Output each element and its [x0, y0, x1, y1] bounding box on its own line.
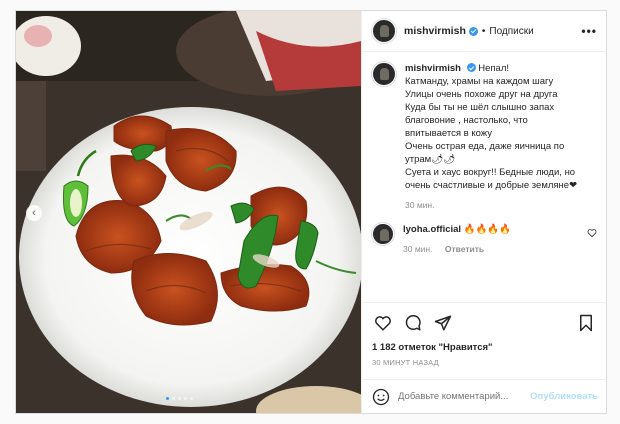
caption-line: впитывается в кожу — [405, 128, 492, 139]
carousel-dots — [166, 397, 193, 400]
caption-body: mishvirmish Непал! Катманду, храмы на ка… — [405, 62, 597, 210]
comment-button[interactable] — [402, 312, 424, 334]
caption-line: очень счастливые и добрые земляне❤ — [405, 180, 578, 191]
avatar[interactable] — [372, 19, 396, 43]
caption-line: Куда бы ты не шёл слышно запах — [405, 102, 555, 113]
caption-line: Непал! — [478, 63, 510, 74]
caption-text: mishvirmish Непал! Катманду, храмы на ка… — [405, 62, 597, 192]
carousel-dot — [172, 397, 175, 400]
post-header: mishvirmish • Подписки ••• — [362, 11, 607, 52]
likes-count[interactable]: 1 182 отметок "Нравится" — [362, 342, 607, 353]
more-icon[interactable]: ••• — [581, 24, 597, 38]
comment-input[interactable] — [398, 391, 531, 402]
reply-time[interactable]: 30 мин. — [403, 244, 432, 254]
post-photo[interactable]: ‹ — [16, 11, 361, 413]
header-separator: • — [481, 25, 486, 37]
author-username[interactable]: mishvirmish — [404, 25, 466, 37]
reply-comment: lyoha.official 🔥🔥🔥🔥 30 мин. Ответить — [372, 223, 597, 254]
carousel-dot — [166, 397, 169, 400]
comment-icon — [405, 314, 421, 330]
verified-icon — [468, 26, 478, 36]
post-modal: ‹ mishvirmish • Подписки ••• mishvirmish… — [15, 10, 608, 414]
caption-username[interactable]: mishvirmish — [405, 63, 461, 74]
share-icon — [434, 315, 452, 330]
carousel-dot — [184, 397, 187, 400]
reply-button[interactable]: Ответить — [445, 244, 484, 254]
carousel-dot — [190, 397, 193, 400]
caption-line: Суета и хаус вокруг!! Бедные люди, но — [405, 167, 576, 178]
food-photo — [16, 11, 361, 413]
caption-line: Очень острая еда, даже яичница по — [405, 141, 565, 152]
emoji-icon[interactable] — [372, 388, 390, 406]
caption-line: благовоние , настолько, что — [405, 115, 528, 126]
reply-text: lyoha.official 🔥🔥🔥🔥 — [403, 223, 587, 236]
carousel-dot — [178, 397, 181, 400]
reply-body: lyoha.official 🔥🔥🔥🔥 30 мин. Ответить — [403, 223, 587, 254]
post-actions — [362, 302, 607, 342]
verified-icon — [466, 63, 476, 72]
heart-icon[interactable] — [587, 228, 597, 238]
avatar[interactable] — [372, 62, 396, 86]
reply-meta: 30 мин. Ответить — [403, 244, 587, 254]
save-button[interactable] — [575, 312, 597, 334]
caption-comment: mishvirmish Непал! Катманду, храмы на ка… — [372, 62, 597, 210]
add-comment-bar: Опубликовать — [362, 379, 608, 413]
chevron-left-icon: ‹ — [32, 206, 36, 219]
following-button[interactable]: Подписки — [489, 26, 533, 37]
caption-meta: 30 мин. — [405, 200, 597, 210]
post-time-ago: 30 МИНУТ НАЗАД — [372, 358, 439, 367]
heart-icon — [375, 315, 391, 331]
caption-line: Улицы очень похоже друг на друга — [405, 89, 558, 100]
publish-button[interactable]: Опубликовать — [530, 391, 598, 402]
caption-line: утрам🌶🌶 — [405, 154, 456, 165]
avatar[interactable] — [372, 223, 394, 245]
reply-content: 🔥🔥🔥🔥 — [463, 224, 512, 235]
carousel-prev-button[interactable]: ‹ — [26, 205, 42, 221]
comments-list[interactable]: mishvirmish Непал! Катманду, храмы на ка… — [362, 52, 607, 302]
like-button[interactable] — [372, 312, 394, 334]
share-button[interactable] — [432, 312, 454, 334]
caption-time[interactable]: 30 мин. — [405, 200, 434, 210]
bookmark-icon — [580, 314, 592, 331]
post-side-panel: mishvirmish • Подписки ••• mishvirmish Н… — [361, 11, 608, 413]
caption-line: Катманду, храмы на каждом шагу — [405, 76, 554, 87]
reply-username[interactable]: lyoha.official — [403, 224, 461, 235]
